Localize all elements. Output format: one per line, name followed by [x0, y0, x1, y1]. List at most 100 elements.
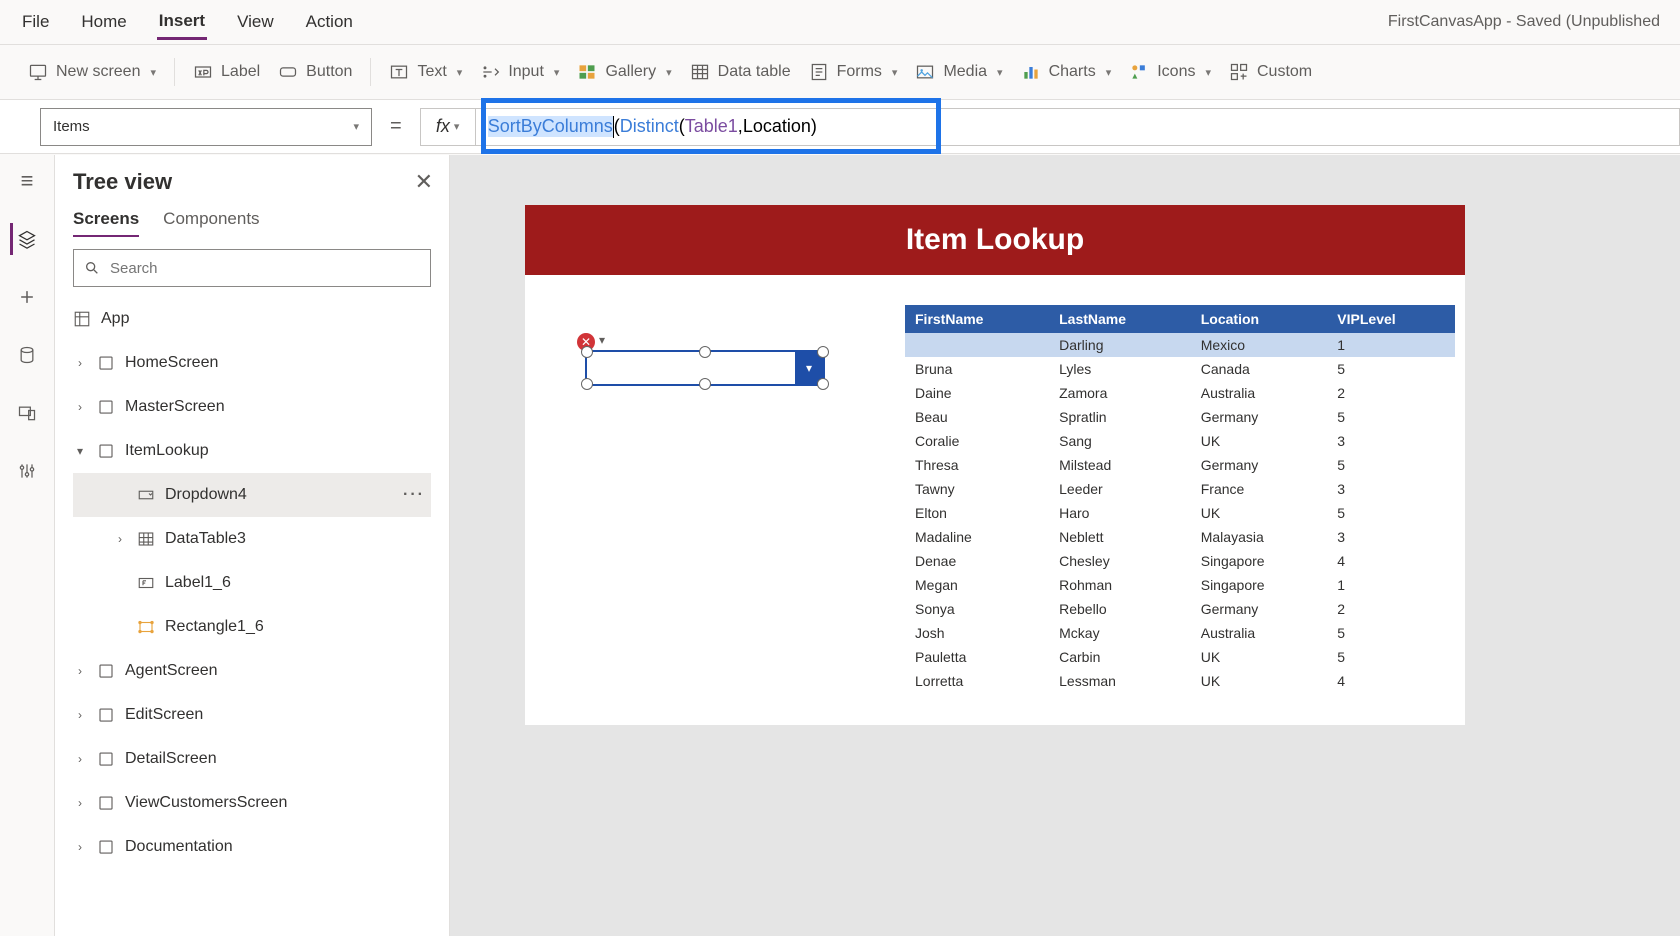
hamburger-button[interactable]: ≡	[11, 165, 43, 197]
tree-control-DataTable3[interactable]: › DataTable3	[73, 517, 431, 561]
table-row[interactable]: PaulettaCarbinUK5	[905, 645, 1455, 669]
table-row[interactable]: MeganRohmanSingapore1	[905, 573, 1455, 597]
media-rail[interactable]	[11, 397, 43, 429]
tree-item-label: Documentation	[125, 838, 233, 856]
table-row[interactable]: TawnyLeederFrance3	[905, 477, 1455, 501]
tree-control-Rectangle1_6[interactable]: Rectangle1_6	[73, 605, 431, 649]
table-row[interactable]: MadalineNeblettMalayasia3	[905, 525, 1455, 549]
tab-components[interactable]: Components	[163, 209, 259, 237]
caret-icon[interactable]: ›	[73, 840, 87, 854]
menu-file[interactable]: File	[20, 6, 51, 38]
table-cell: Neblett	[1049, 525, 1191, 549]
custom-button[interactable]: Custom	[1229, 62, 1312, 82]
media-button[interactable]: Media▾	[915, 62, 1002, 82]
property-selector[interactable]: Items ▾	[40, 108, 372, 146]
table-row[interactable]: DarlingMexico1	[905, 333, 1455, 357]
column-header[interactable]: VIPLevel	[1327, 305, 1455, 333]
resize-handle[interactable]	[699, 346, 711, 358]
table-row[interactable]: SonyaRebelloGermany2	[905, 597, 1455, 621]
tree-screen-Documentation[interactable]: › Documentation	[73, 825, 431, 869]
menu-action[interactable]: Action	[304, 6, 355, 38]
new-screen-button[interactable]: New screen▾	[28, 62, 156, 82]
screen-icon	[97, 398, 115, 416]
resize-handle[interactable]	[581, 346, 593, 358]
tree-search-input[interactable]	[110, 260, 420, 277]
insert-rail[interactable]	[11, 281, 43, 313]
icons-button[interactable]: Icons▾	[1129, 62, 1211, 82]
column-header[interactable]: Location	[1191, 305, 1328, 333]
search-icon	[84, 260, 100, 276]
tree-item-label: ItemLookup	[125, 442, 209, 460]
caret-icon[interactable]: ›	[73, 664, 87, 678]
gallery-button[interactable]: Gallery▾	[577, 62, 671, 82]
forms-button[interactable]: Forms▾	[809, 62, 898, 82]
table-cell: Lorretta	[905, 669, 1049, 693]
input-label: Input	[508, 63, 544, 81]
data-table[interactable]: FirstNameLastNameLocationVIPLevel Darlin…	[905, 305, 1455, 693]
caret-icon[interactable]: ›	[73, 400, 87, 414]
tree-app-root[interactable]: App	[73, 297, 431, 341]
resize-handle[interactable]	[817, 378, 829, 390]
resize-handle[interactable]	[699, 378, 711, 390]
data-table-button[interactable]: Data table	[690, 62, 791, 82]
resize-handle[interactable]	[581, 378, 593, 390]
table-cell: Sonya	[905, 597, 1049, 621]
text-button[interactable]: Text▾	[389, 62, 462, 82]
tab-screens[interactable]: Screens	[73, 209, 139, 237]
tree-item-label: Rectangle1_6	[165, 618, 264, 636]
caret-icon[interactable]: ▾	[73, 444, 87, 458]
caret-icon[interactable]: ›	[113, 532, 127, 546]
table-row[interactable]: DenaeChesleySingapore4	[905, 549, 1455, 573]
caret-icon[interactable]: ›	[73, 796, 87, 810]
menu-home[interactable]: Home	[79, 6, 128, 38]
label-button[interactable]: Label	[193, 62, 260, 82]
table-row[interactable]: ThresaMilsteadGermany5	[905, 453, 1455, 477]
table-cell: UK	[1191, 429, 1328, 453]
table-row[interactable]: CoralieSangUK3	[905, 429, 1455, 453]
tree-screen-MasterScreen[interactable]: › MasterScreen	[73, 385, 431, 429]
input-button[interactable]: Input▾	[480, 62, 559, 82]
caret-icon[interactable]: ›	[73, 708, 87, 722]
caret-icon[interactable]: ›	[73, 356, 87, 370]
tree-screen-AgentScreen[interactable]: › AgentScreen	[73, 649, 431, 693]
tree-screen-HomeScreen[interactable]: › HomeScreen	[73, 341, 431, 385]
table-row[interactable]: BrunaLylesCanada5	[905, 357, 1455, 381]
tree-search[interactable]	[73, 249, 431, 287]
column-header[interactable]: LastName	[1049, 305, 1191, 333]
tree-control-Dropdown4[interactable]: Dropdown4 ···	[73, 473, 431, 517]
forms-icon	[809, 62, 829, 82]
resize-handle[interactable]	[817, 346, 829, 358]
table-row[interactable]: EltonHaroUK5	[905, 501, 1455, 525]
table-cell: 4	[1327, 549, 1455, 573]
formula-input[interactable]: SortByColumns(Distinct(Table1, Location)	[476, 109, 1679, 145]
more-button[interactable]: ···	[403, 486, 431, 504]
table-cell	[905, 333, 1049, 357]
tree-screen-EditScreen[interactable]: › EditScreen	[73, 693, 431, 737]
table-row[interactable]: LorrettaLessmanUK4	[905, 669, 1455, 693]
advanced-rail[interactable]	[11, 455, 43, 487]
table-cell: 5	[1327, 405, 1455, 429]
tree-control-Label1_6[interactable]: Label1_6	[73, 561, 431, 605]
icons-icon	[1129, 62, 1149, 82]
tree-view-rail[interactable]	[10, 223, 42, 255]
canvas-area[interactable]: Item Lookup ✕ ▾ ▾ FirstNameLastNameLocat…	[450, 155, 1680, 936]
tree-screen-ViewCustomersScreen[interactable]: › ViewCustomersScreen	[73, 781, 431, 825]
fx-button[interactable]: fx▾	[420, 109, 476, 145]
error-chevron-icon[interactable]: ▾	[599, 333, 605, 347]
table-row[interactable]: BeauSpratlinGermany5	[905, 405, 1455, 429]
close-panel-button[interactable]: ✕	[415, 169, 433, 195]
column-header[interactable]: FirstName	[905, 305, 1049, 333]
tree-screen-DetailScreen[interactable]: › DetailScreen	[73, 737, 431, 781]
tree-screen-ItemLookup[interactable]: ▾ ItemLookup	[73, 429, 431, 473]
table-row[interactable]: DaineZamoraAustralia2	[905, 381, 1455, 405]
table-row[interactable]: JoshMckayAustralia5	[905, 621, 1455, 645]
button-button[interactable]: Button	[278, 62, 352, 82]
media-label: Media	[943, 63, 987, 81]
charts-button[interactable]: Charts▾	[1021, 62, 1112, 82]
data-rail[interactable]	[11, 339, 43, 371]
menu-view[interactable]: View	[235, 6, 276, 38]
table-cell: Chesley	[1049, 549, 1191, 573]
caret-icon[interactable]: ›	[73, 752, 87, 766]
dropdown-control[interactable]: ▾	[585, 350, 825, 386]
menu-insert[interactable]: Insert	[157, 5, 207, 40]
